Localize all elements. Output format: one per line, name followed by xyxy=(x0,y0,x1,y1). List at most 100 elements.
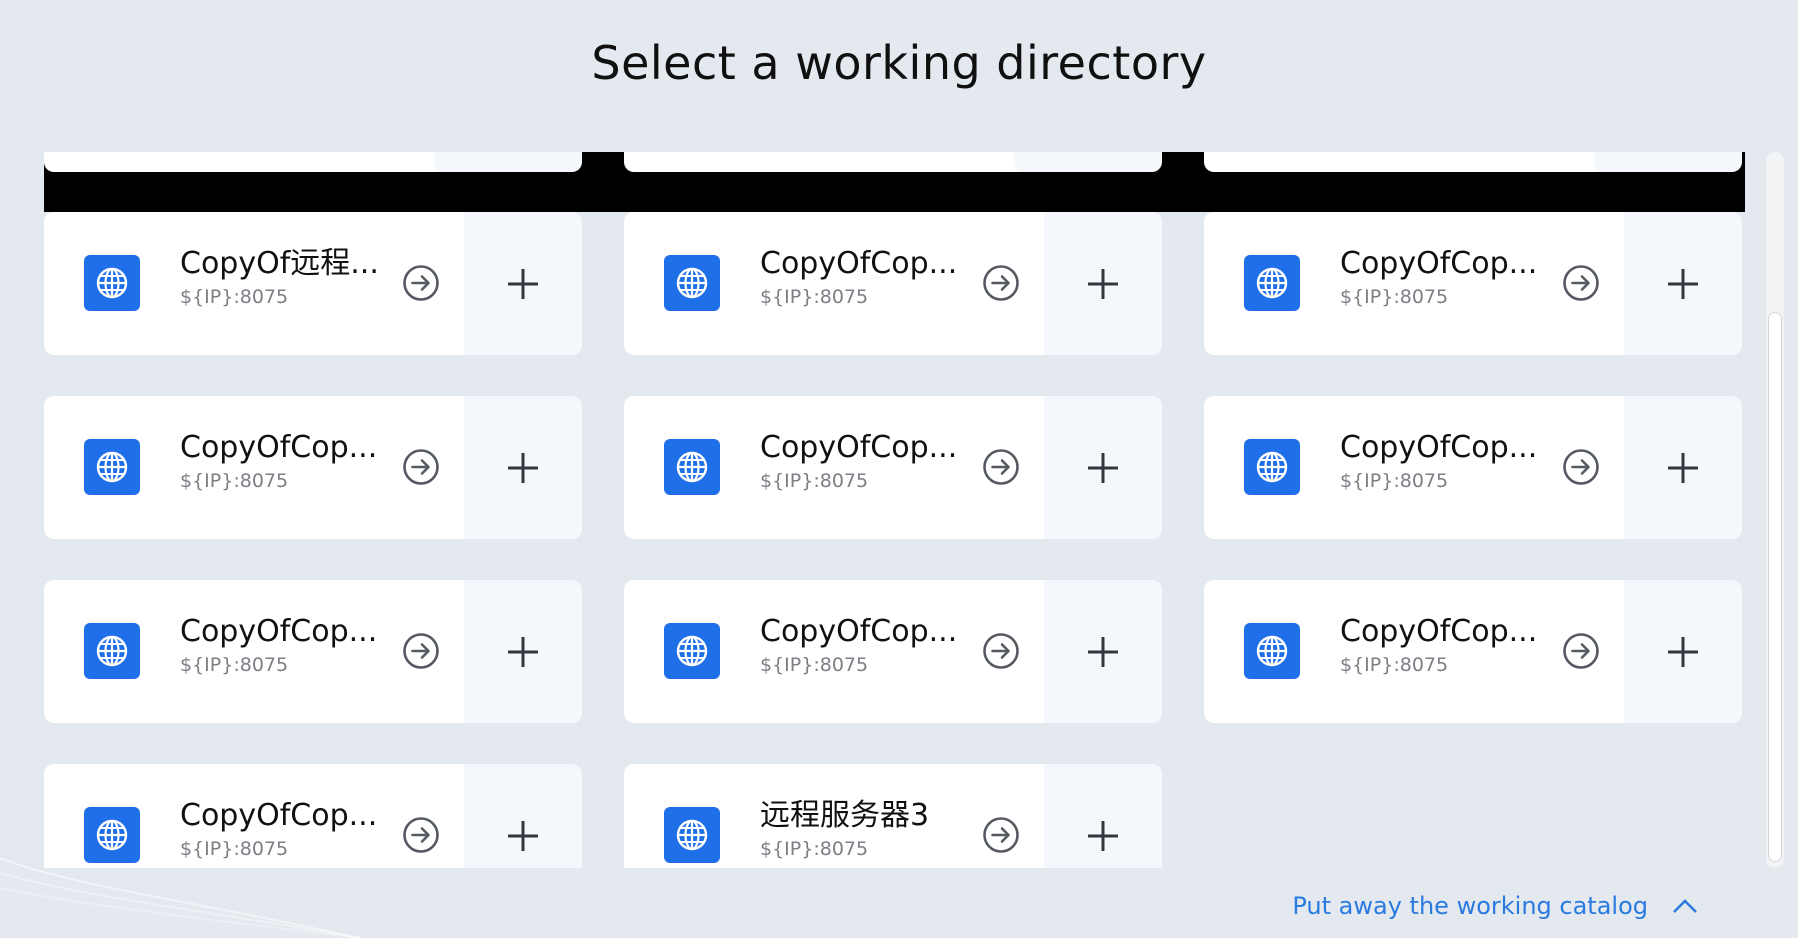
scrollbar-thumb[interactable] xyxy=(1768,312,1782,862)
add-directory-button[interactable] xyxy=(1624,212,1742,355)
globe-icon xyxy=(96,267,128,299)
directory-card[interactable]: CopyOf远程... ${IP}:8075 xyxy=(44,212,582,355)
directory-address: ${IP}:8075 xyxy=(180,470,289,492)
server-icon-tile xyxy=(1244,439,1300,495)
partial-card[interactable] xyxy=(44,152,464,172)
directory-card[interactable]: CopyOfCop... ${IP}:8075 xyxy=(44,396,582,539)
directory-address: ${IP}:8075 xyxy=(180,286,289,308)
add-directory-button[interactable] xyxy=(1044,396,1162,539)
plus-icon xyxy=(1088,268,1118,299)
globe-icon xyxy=(1256,635,1288,667)
plus-icon xyxy=(508,452,538,483)
arrow-right-circle-icon[interactable] xyxy=(1562,264,1600,302)
plus-icon xyxy=(1668,268,1698,299)
directory-card[interactable]: CopyOfCop... ${IP}:8075 xyxy=(44,580,582,723)
add-directory-button[interactable] xyxy=(1624,396,1742,539)
arrow-right-circle-icon[interactable] xyxy=(402,816,440,854)
directory-address: ${IP}:8075 xyxy=(1340,470,1449,492)
server-icon-tile xyxy=(84,439,140,495)
directory-address: ${IP}:8075 xyxy=(180,838,289,860)
server-icon-tile xyxy=(664,623,720,679)
plus-icon xyxy=(1088,636,1118,667)
collapse-catalog-label: Put away the working catalog xyxy=(1292,892,1648,920)
globe-icon xyxy=(676,267,708,299)
server-icon-tile xyxy=(84,623,140,679)
add-directory-button[interactable] xyxy=(1044,580,1162,723)
directory-address: ${IP}:8075 xyxy=(760,286,869,308)
globe-icon xyxy=(1256,267,1288,299)
directory-name: CopyOfCop... xyxy=(1340,430,1538,465)
arrow-right-circle-icon[interactable] xyxy=(402,632,440,670)
directory-name: CopyOfCop... xyxy=(760,614,958,649)
directory-address: ${IP}:8075 xyxy=(760,654,869,676)
server-icon-tile xyxy=(664,255,720,311)
directory-name: CopyOfCop... xyxy=(1340,614,1538,649)
arrow-right-circle-icon[interactable] xyxy=(1562,448,1600,486)
directory-name: CopyOfCop... xyxy=(180,430,378,465)
directory-card[interactable]: CopyOfCop... ${IP}:8075 xyxy=(624,396,1162,539)
directory-name: CopyOfCop... xyxy=(1340,246,1538,281)
directory-list[interactable]: CopyOf远程... ${IP}:8075 CopyOfCop... ${IP… xyxy=(44,152,1758,868)
directory-name: CopyOfCop... xyxy=(760,246,958,281)
globe-icon xyxy=(676,635,708,667)
server-icon-tile xyxy=(1244,623,1300,679)
partial-card-add-zone[interactable] xyxy=(1014,152,1162,172)
globe-icon xyxy=(96,635,128,667)
globe-icon xyxy=(1256,451,1288,483)
directory-name: CopyOf远程... xyxy=(180,246,379,281)
directory-name: CopyOfCop... xyxy=(180,798,378,833)
directory-card[interactable]: 远程服务器3 ${IP}:8075 xyxy=(624,764,1162,868)
globe-icon xyxy=(676,451,708,483)
add-directory-button[interactable] xyxy=(464,580,582,723)
collapse-catalog-link[interactable]: Put away the working catalog xyxy=(1292,892,1698,920)
globe-icon xyxy=(96,819,128,851)
arrow-right-circle-icon[interactable] xyxy=(1562,632,1600,670)
chevron-up-icon xyxy=(1673,899,1697,913)
plus-icon xyxy=(1668,452,1698,483)
plus-icon xyxy=(1668,636,1698,667)
directory-address: ${IP}:8075 xyxy=(760,838,869,860)
arrow-right-circle-icon[interactable] xyxy=(402,448,440,486)
globe-icon xyxy=(676,819,708,851)
directory-address: ${IP}:8075 xyxy=(1340,654,1449,676)
arrow-right-circle-icon[interactable] xyxy=(982,632,1020,670)
plus-icon xyxy=(508,820,538,851)
server-icon-tile xyxy=(664,807,720,863)
plus-icon xyxy=(508,636,538,667)
arrow-right-circle-icon[interactable] xyxy=(982,448,1020,486)
server-icon-tile xyxy=(664,439,720,495)
arrow-right-circle-icon[interactable] xyxy=(982,264,1020,302)
directory-name: CopyOfCop... xyxy=(180,614,378,649)
partial-card[interactable] xyxy=(1204,152,1624,172)
partial-card-add-zone[interactable] xyxy=(1594,152,1742,172)
working-directory-page: Select a working directory CopyOf远程... $… xyxy=(0,0,1798,938)
directory-card[interactable]: CopyOfCop... ${IP}:8075 xyxy=(624,580,1162,723)
plus-icon xyxy=(1088,452,1118,483)
directory-address: ${IP}:8075 xyxy=(1340,286,1449,308)
directory-address: ${IP}:8075 xyxy=(760,470,869,492)
directory-card[interactable]: CopyOfCop... ${IP}:8075 xyxy=(44,764,582,868)
directory-card[interactable]: CopyOfCop... ${IP}:8075 xyxy=(624,212,1162,355)
directory-card[interactable]: CopyOfCop... ${IP}:8075 xyxy=(1204,396,1742,539)
scrollbar-track[interactable] xyxy=(1766,152,1784,868)
directory-card[interactable]: CopyOfCop... ${IP}:8075 xyxy=(1204,212,1742,355)
server-icon-tile xyxy=(1244,255,1300,311)
directory-name: CopyOfCop... xyxy=(760,430,958,465)
add-directory-button[interactable] xyxy=(464,764,582,868)
add-directory-button[interactable] xyxy=(1624,580,1742,723)
add-directory-button[interactable] xyxy=(1044,212,1162,355)
arrow-right-circle-icon[interactable] xyxy=(402,264,440,302)
partial-card-add-zone[interactable] xyxy=(434,152,582,172)
directory-name: 远程服务器3 xyxy=(760,798,930,833)
add-directory-button[interactable] xyxy=(464,212,582,355)
plus-icon xyxy=(508,268,538,299)
add-directory-button[interactable] xyxy=(464,396,582,539)
arrow-right-circle-icon[interactable] xyxy=(982,816,1020,854)
page-title: Select a working directory xyxy=(591,36,1207,90)
plus-icon xyxy=(1088,820,1118,851)
directory-card[interactable]: CopyOfCop... ${IP}:8075 xyxy=(1204,580,1742,723)
partial-card[interactable] xyxy=(624,152,1044,172)
server-icon-tile xyxy=(84,255,140,311)
add-directory-button[interactable] xyxy=(1044,764,1162,868)
server-icon-tile xyxy=(84,807,140,863)
